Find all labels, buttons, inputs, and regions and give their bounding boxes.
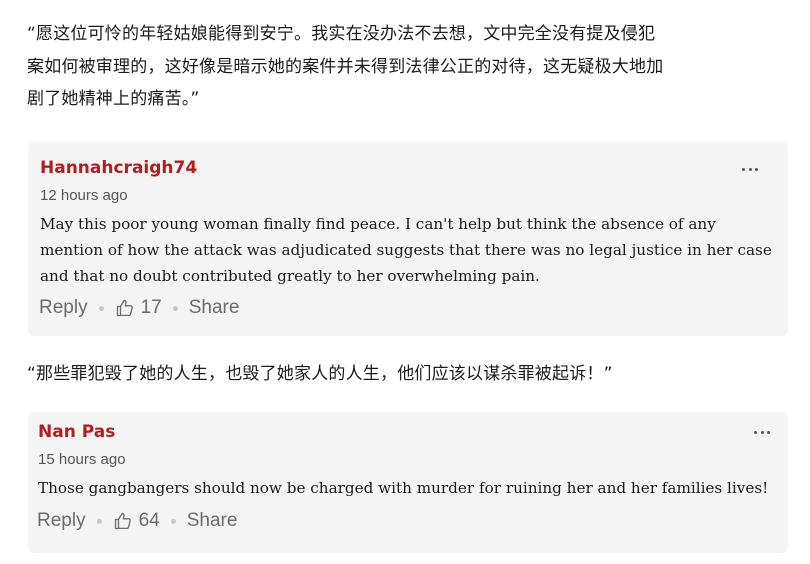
translation-line: 案如何被审理的，这好像是暗示她的案件并未得到法律公正的对待，这无疑极大地加 (27, 56, 664, 77)
more-options-icon[interactable] (742, 162, 758, 176)
comment-timestamp: 15 hours ago (38, 451, 126, 468)
like-count: 64 (138, 510, 160, 531)
like-count: 17 (140, 297, 162, 318)
comment-author[interactable]: Hannahcraigh74 (40, 158, 197, 178)
separator-dot (98, 305, 104, 311)
translation-line: “愿这位可怜的年轻姑娘能得到安宁。我实在没办法不去想，文中完全没有提及侵犯 (27, 24, 656, 44)
translation-line: 剧了她精神上的痛苦。” (27, 89, 200, 109)
translation-paragraph: “那些罪犯毁了她的人生，也毁了她家人的人生，他们应该以谋杀罪被起诉！” (27, 358, 797, 391)
reply-button[interactable]: Reply (39, 297, 88, 319)
like-button[interactable]: 64 (113, 510, 160, 532)
comment-text-line: mention of how the attack was adjudicate… (40, 241, 772, 259)
comment-body: May this poor young woman finally find p… (40, 211, 772, 289)
share-button[interactable]: Share (189, 297, 240, 319)
comment-actions: Reply 64 Share (37, 510, 237, 532)
comment-body: Those gangbangers should now be charged … (38, 475, 768, 501)
comment-text-line: Those gangbangers should now be charged … (38, 479, 769, 497)
comment-text-line: and that no doubt contributed greatly to… (40, 267, 540, 285)
comment-card: Nan Pas 15 hours ago Those gangbangers s… (28, 412, 788, 553)
like-button[interactable]: 17 (115, 297, 162, 319)
comment-actions: Reply 17 Share (39, 297, 239, 319)
share-button[interactable]: Share (187, 510, 238, 532)
comment-text-line: May this poor young woman finally find p… (40, 215, 716, 233)
separator-dot (170, 518, 176, 524)
thumbs-up-icon (114, 512, 131, 530)
comment-timestamp: 12 hours ago (40, 187, 128, 204)
translation-paragraph: “愿这位可怜的年轻姑娘能得到安宁。我实在没办法不去想，文中完全没有提及侵犯 案如… (27, 18, 797, 116)
more-options-icon[interactable] (754, 425, 770, 439)
reply-button[interactable]: Reply (37, 510, 86, 532)
translation-line: “那些罪犯毁了她的人生，也毁了她家人的人生，他们应该以谋杀罪被起诉！” (27, 364, 613, 384)
thumbs-up-icon (116, 299, 133, 317)
comment-author[interactable]: Nan Pas (38, 422, 115, 442)
separator-dot (172, 305, 178, 311)
separator-dot (96, 518, 102, 524)
comment-card: Hannahcraigh74 12 hours ago May this poo… (28, 142, 788, 336)
